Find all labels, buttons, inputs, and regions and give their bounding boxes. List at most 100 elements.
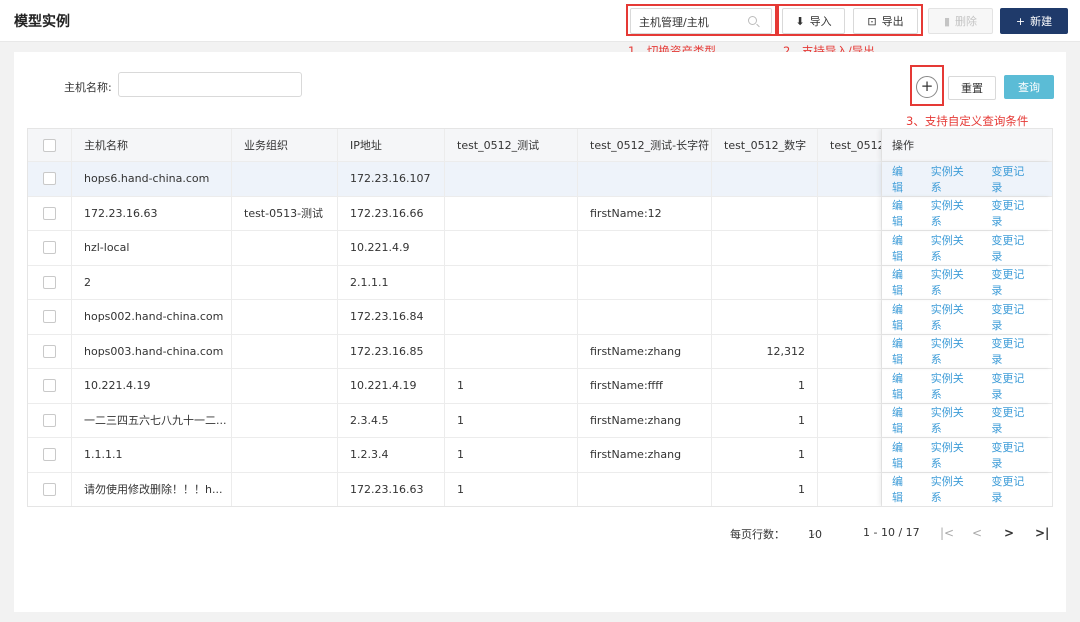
table-cell: 1 [712, 403, 818, 437]
edit-link[interactable]: 编辑 [892, 266, 914, 298]
relation-link[interactable]: 实例关系 [931, 370, 975, 402]
relation-link[interactable]: 实例关系 [931, 266, 975, 298]
delete-button[interactable]: ▮ 删除 [928, 8, 993, 34]
row-checkbox[interactable] [43, 172, 56, 186]
history-link[interactable]: 变更记录 [991, 335, 1035, 367]
row-checkbox[interactable] [43, 344, 56, 358]
last-page-button[interactable]: >| [1035, 526, 1049, 540]
next-page-button[interactable]: > [1004, 526, 1014, 540]
table-cell [232, 369, 338, 403]
edit-link[interactable]: 编辑 [892, 301, 914, 333]
checkbox-cell [28, 162, 72, 196]
select-all-checkbox[interactable] [43, 138, 56, 152]
checkbox-cell [28, 129, 72, 161]
row-checkbox[interactable] [43, 413, 56, 427]
history-link[interactable]: 变更记录 [991, 163, 1035, 195]
edit-link[interactable]: 编辑 [892, 404, 914, 436]
table-cell [712, 196, 818, 230]
row-checkbox[interactable] [43, 482, 56, 496]
row-checkbox[interactable] [43, 448, 56, 462]
edit-link[interactable]: 编辑 [892, 197, 914, 229]
relation-link[interactable]: 实例关系 [931, 301, 975, 333]
row-checkbox[interactable] [43, 206, 56, 220]
table-cell [712, 231, 818, 265]
new-button[interactable]: + 新建 [1000, 8, 1068, 34]
table-row: hops003.hand-china.com 172.23.16.85 firstN… [28, 334, 1052, 369]
table-cell: 10.221.4.19 [72, 369, 232, 403]
table-cell: hzl-local [72, 231, 232, 265]
column-header: 业务组织 [232, 129, 338, 161]
table-cell [445, 196, 578, 230]
relation-link[interactable]: 实例关系 [931, 163, 975, 195]
edit-link[interactable]: 编辑 [892, 163, 914, 195]
row-checkbox[interactable] [43, 275, 56, 289]
relation-link[interactable]: 实例关系 [931, 473, 975, 505]
table-cell [578, 472, 712, 506]
table-row: hops002.hand-china.com 172.23.16.84 编辑 实例关系… [28, 300, 1052, 335]
table-cell: 10.221.4.9 [338, 231, 445, 265]
table-cell [232, 231, 338, 265]
relation-link[interactable]: 实例关系 [931, 197, 975, 229]
table-cell [818, 231, 882, 265]
table-cell [445, 265, 578, 299]
import-button[interactable]: ⬇ 导入 [782, 8, 845, 34]
ops-cell: 编辑 实例关系 变更记录 [882, 404, 1052, 438]
relation-link[interactable]: 实例关系 [931, 439, 975, 471]
row-checkbox[interactable] [43, 379, 56, 393]
history-link[interactable]: 变更记录 [991, 266, 1035, 298]
query-button[interactable]: 查询 [1004, 75, 1054, 99]
ops-cell: 编辑 实例关系 变更记录 [882, 473, 1052, 507]
ops-cell: 编辑 实例关系 变更记录 [882, 369, 1052, 403]
row-checkbox[interactable] [43, 241, 56, 255]
host-name-input[interactable] [118, 72, 302, 97]
edit-link[interactable]: 编辑 [892, 473, 914, 505]
edit-link[interactable]: 编辑 [892, 232, 914, 264]
relation-link[interactable]: 实例关系 [931, 335, 975, 367]
add-condition-button[interactable]: + [916, 76, 938, 98]
history-link[interactable]: 变更记录 [991, 404, 1035, 436]
ops-cell: 编辑 实例关系 变更记录 [882, 197, 1052, 231]
table-cell: 1 [445, 403, 578, 437]
ops-cell: 编辑 实例关系 变更记录 [882, 438, 1052, 472]
history-link[interactable]: 变更记录 [991, 301, 1035, 333]
history-link[interactable]: 变更记录 [991, 473, 1035, 505]
table-row: 2 2.1.1.1 编辑 实例关系 变更记录 [28, 265, 1052, 300]
table-cell [818, 265, 882, 299]
first-page-button[interactable]: |< [940, 526, 954, 540]
host-name-label: 主机名称: [64, 81, 112, 94]
checkbox-cell [28, 334, 72, 368]
history-link[interactable]: 变更记录 [991, 232, 1035, 264]
page-size-select[interactable]: 10 ⌄ [808, 526, 822, 541]
page-range: 1 - 10 / 17 [863, 526, 920, 539]
edit-link[interactable]: 编辑 [892, 370, 914, 402]
table-cell: 2.3.4.5 [338, 403, 445, 437]
table-cell [578, 265, 712, 299]
checkbox-cell [28, 472, 72, 506]
row-checkbox[interactable] [43, 310, 56, 324]
new-label: 新建 [1030, 15, 1053, 28]
export-button[interactable]: ⊡ 导出 [853, 8, 918, 34]
table-cell: 172.23.16.66 [338, 196, 445, 230]
asset-type-select[interactable]: 主机管理/主机 [630, 8, 772, 34]
search-icon [748, 16, 757, 25]
reset-button[interactable]: 重置 [948, 76, 996, 100]
table-cell [818, 403, 882, 437]
table-cell [578, 231, 712, 265]
prev-page-button[interactable]: < [972, 526, 982, 540]
relation-link[interactable]: 实例关系 [931, 404, 975, 436]
relation-link[interactable]: 实例关系 [931, 232, 975, 264]
table-cell: firstName:12 [578, 196, 712, 230]
history-link[interactable]: 变更记录 [991, 439, 1035, 471]
table-cell: 一二三四五六七八九十一二... [72, 403, 232, 437]
edit-link[interactable]: 编辑 [892, 439, 914, 471]
table-cell [445, 300, 578, 334]
table-cell: 10.221.4.19 [338, 369, 445, 403]
table-cell [818, 472, 882, 506]
table-cell: test-0513-测试 [232, 196, 338, 230]
history-link[interactable]: 变更记录 [991, 370, 1035, 402]
column-header: test_0512_测试 [445, 129, 578, 161]
history-link[interactable]: 变更记录 [991, 197, 1035, 229]
table-cell [578, 162, 712, 196]
edit-link[interactable]: 编辑 [892, 335, 914, 367]
table-cell: 172.23.16.85 [338, 334, 445, 368]
